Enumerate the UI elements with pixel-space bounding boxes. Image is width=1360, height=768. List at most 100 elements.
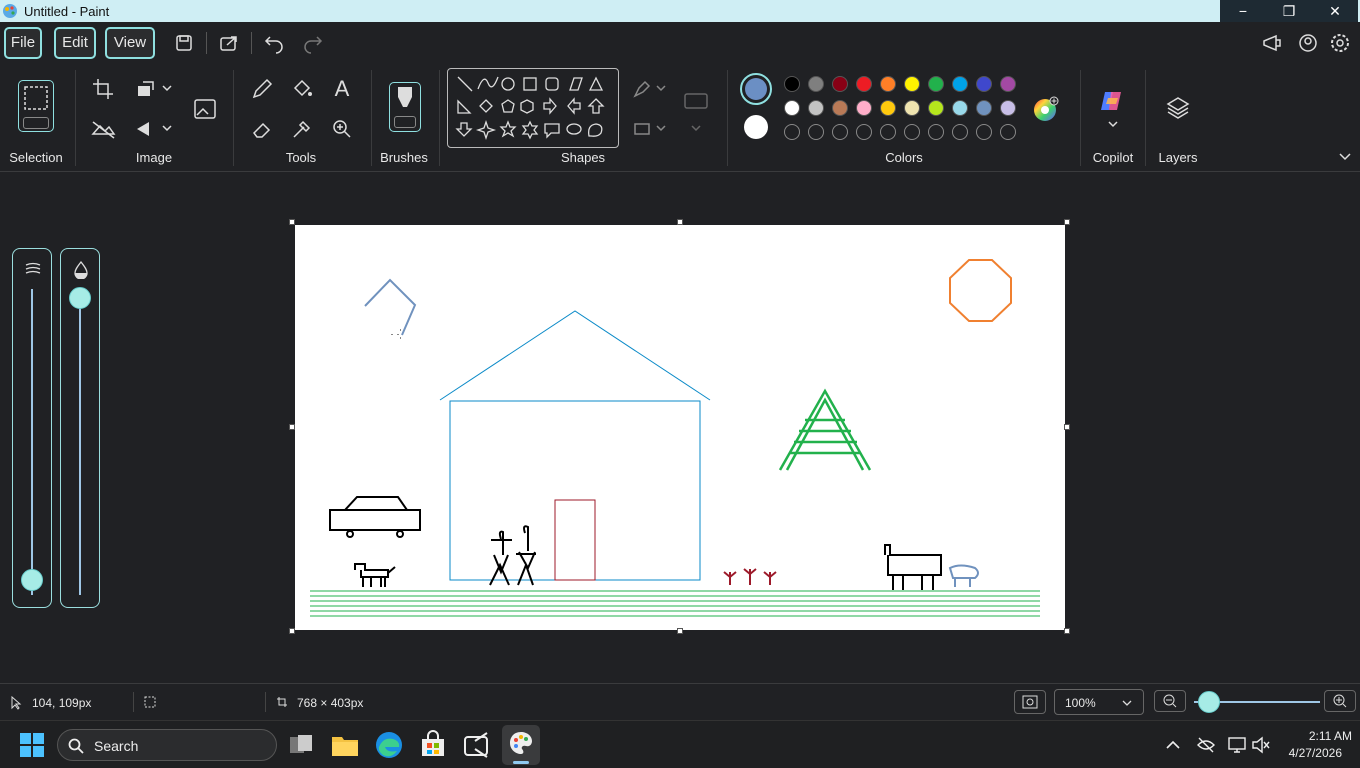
custom-color-slot[interactable] <box>904 124 920 140</box>
expand-ribbon-chevron-icon[interactable] <box>1332 144 1358 170</box>
shapes-gallery[interactable] <box>447 68 619 148</box>
shape-style-icon[interactable] <box>683 88 709 114</box>
show-hidden-icons-chevron-icon[interactable] <box>1164 737 1182 753</box>
file-menu[interactable]: File <box>4 27 42 59</box>
redo-icon[interactable] <box>301 31 325 55</box>
color-swatch[interactable] <box>856 100 872 116</box>
color-swatch[interactable] <box>832 76 848 92</box>
zoom-in-button[interactable] <box>1324 690 1356 712</box>
maximize-button[interactable]: ❐ <box>1266 0 1312 22</box>
custom-color-slot[interactable] <box>808 124 824 140</box>
layers-icon[interactable] <box>1165 95 1191 121</box>
resize-handle-top-left[interactable] <box>289 219 295 225</box>
opacity-slider[interactable] <box>60 248 100 608</box>
custom-color-slot[interactable] <box>880 124 896 140</box>
network-icon[interactable] <box>1227 736 1247 754</box>
flip-icon[interactable] <box>133 116 159 142</box>
chevron-down-icon[interactable] <box>158 116 184 142</box>
undo-icon[interactable] <box>262 31 286 55</box>
settings-gear-icon[interactable] <box>1328 31 1352 55</box>
chevron-down-icon[interactable] <box>654 76 680 102</box>
announcement-icon[interactable] <box>1260 31 1284 55</box>
save-icon[interactable] <box>172 31 196 55</box>
chevron-down-icon[interactable] <box>1100 112 1126 138</box>
color-swatch[interactable] <box>976 76 992 92</box>
task-view-icon[interactable] <box>285 729 317 761</box>
color-swatch[interactable] <box>952 100 968 116</box>
color-swatch[interactable] <box>856 76 872 92</box>
brushes-button[interactable] <box>389 82 421 132</box>
edit-menu[interactable]: Edit <box>54 27 96 59</box>
size-slider-thumb[interactable] <box>21 569 43 591</box>
clock-date[interactable]: 4/27/2026 <box>1272 746 1342 760</box>
eraser-icon[interactable] <box>249 116 275 142</box>
pencil-icon[interactable] <box>249 76 275 102</box>
resize-handle-right[interactable] <box>1064 424 1070 430</box>
resize-handle-bottom-right[interactable] <box>1064 628 1070 634</box>
share-icon[interactable] <box>217 31 241 55</box>
color-swatch[interactable] <box>1000 100 1016 116</box>
custom-color-slot[interactable] <box>784 124 800 140</box>
remove-background-icon[interactable] <box>90 116 116 142</box>
taskbar-search-box[interactable]: Search <box>57 729 277 761</box>
custom-color-slot[interactable] <box>856 124 872 140</box>
custom-color-slot[interactable] <box>1000 124 1016 140</box>
resize-handle-top-right[interactable] <box>1064 219 1070 225</box>
view-menu[interactable]: View <box>105 27 155 59</box>
resize-handle-top[interactable] <box>677 219 683 225</box>
chevron-down-icon[interactable] <box>158 76 184 102</box>
chevron-down-icon[interactable] <box>683 116 709 142</box>
zoom-slider-thumb[interactable] <box>1198 691 1220 713</box>
edit-colors-icon[interactable] <box>1033 96 1059 122</box>
color-swatch[interactable] <box>808 76 824 92</box>
zoom-dropdown[interactable]: 100% <box>1054 689 1144 715</box>
text-tool-icon[interactable]: A <box>329 76 355 102</box>
color-swatch[interactable] <box>784 100 800 116</box>
fill-bucket-icon[interactable] <box>289 76 315 102</box>
image-generator-icon[interactable] <box>192 96 218 122</box>
clock-time[interactable]: 2:11 AM <box>1282 729 1352 743</box>
color-swatch[interactable] <box>832 100 848 116</box>
selection-tool[interactable] <box>18 80 54 132</box>
opacity-slider-thumb[interactable] <box>69 287 91 309</box>
visibility-off-icon[interactable] <box>1196 736 1216 754</box>
custom-color-slot[interactable] <box>928 124 944 140</box>
color-swatch[interactable] <box>880 100 896 116</box>
color-swatch[interactable] <box>976 100 992 116</box>
volume-muted-icon[interactable] <box>1251 736 1271 754</box>
custom-color-slot[interactable] <box>952 124 968 140</box>
paint-taskbar-button[interactable] <box>502 725 540 765</box>
account-icon[interactable] <box>1296 31 1320 55</box>
color-swatch[interactable] <box>928 100 944 116</box>
resize-handle-left[interactable] <box>289 424 295 430</box>
color-swatch[interactable] <box>1000 76 1016 92</box>
custom-color-slot[interactable] <box>976 124 992 140</box>
color-swatch[interactable] <box>808 100 824 116</box>
color-swatch[interactable] <box>904 76 920 92</box>
snipping-tool-icon[interactable] <box>461 729 493 761</box>
minimize-button[interactable]: − <box>1220 0 1266 22</box>
zoom-out-button[interactable] <box>1154 690 1186 712</box>
edge-browser-icon[interactable] <box>373 729 405 761</box>
crop-icon[interactable] <box>90 76 116 102</box>
drawing-canvas[interactable] <box>295 225 1065 630</box>
color-swatch[interactable] <box>784 76 800 92</box>
chevron-down-icon[interactable] <box>654 116 680 142</box>
file-explorer-icon[interactable] <box>329 729 361 761</box>
color-swatch[interactable] <box>880 76 896 92</box>
copilot-icon[interactable] <box>1099 88 1125 114</box>
color-picker-icon[interactable] <box>289 116 315 142</box>
resize-handle-bottom-left[interactable] <box>289 628 295 634</box>
microsoft-store-icon[interactable] <box>417 729 449 761</box>
magnifier-icon[interactable] <box>329 116 355 142</box>
color-swatch[interactable] <box>904 100 920 116</box>
resize-handle-bottom[interactable] <box>677 628 683 634</box>
fit-to-window-button[interactable] <box>1014 690 1046 714</box>
brush-size-slider[interactable] <box>12 248 52 608</box>
secondary-color-swatch[interactable] <box>744 115 768 139</box>
primary-color-swatch[interactable] <box>740 73 772 105</box>
custom-color-slot[interactable] <box>832 124 848 140</box>
close-button[interactable]: ✕ <box>1312 0 1358 22</box>
color-swatch[interactable] <box>952 76 968 92</box>
resize-icon[interactable] <box>133 76 159 102</box>
